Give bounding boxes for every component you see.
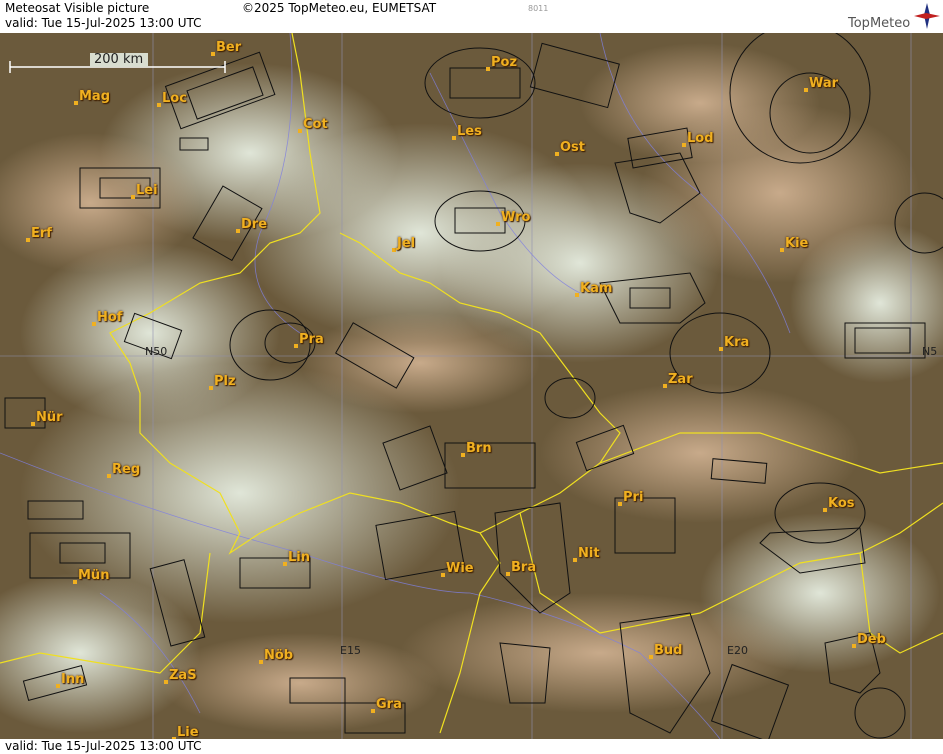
city-marker	[371, 709, 375, 713]
copyright-text: ©2025 TopMeteo.eu, EUMETSAT	[242, 1, 437, 15]
city-label: Bud	[654, 643, 683, 658]
city-marker	[298, 129, 302, 133]
city-label: Jel	[397, 236, 416, 251]
grid-label-e15: E15	[340, 644, 361, 657]
city-label: Dre	[241, 217, 268, 232]
city-marker	[259, 660, 263, 664]
city-marker	[649, 655, 653, 659]
city-label: Kam	[580, 281, 613, 296]
city-marker	[294, 344, 298, 348]
city-marker	[92, 322, 96, 326]
city-marker	[392, 248, 396, 252]
city-marker	[31, 422, 35, 426]
city-marker	[236, 229, 240, 233]
compass-logo-icon	[914, 3, 940, 29]
city-label: Lie	[177, 725, 199, 740]
city-marker	[107, 474, 111, 478]
city-label: Wie	[446, 561, 474, 576]
logo-text: TopMeteo	[848, 16, 911, 31]
city-label: Nöb	[264, 648, 294, 663]
grid-label-n5: N5	[922, 345, 938, 358]
grid-label-n50: N50	[145, 345, 168, 358]
city-marker	[441, 573, 445, 577]
city-label: Lod	[687, 131, 714, 146]
city-label: Deb	[857, 632, 886, 647]
city-marker	[618, 502, 622, 506]
city-label: Pri	[623, 490, 644, 505]
city-marker	[461, 453, 465, 457]
topmeteo-logo: TopMeteo	[848, 16, 910, 31]
city-label: Nit	[578, 546, 600, 561]
city-marker	[164, 680, 168, 684]
city-label: Poz	[491, 55, 518, 70]
city-label: Gra	[376, 697, 402, 712]
city-marker	[496, 222, 500, 226]
product-code: 8011	[528, 4, 549, 13]
city-label: Kos	[828, 496, 855, 511]
city-label: Erf	[31, 226, 52, 241]
city-label: Les	[457, 124, 482, 139]
city-marker	[804, 88, 808, 92]
city-label: Ost	[560, 140, 586, 155]
city-marker	[283, 562, 287, 566]
footer-valid-time: valid: Tue 15-Jul-2025 13:00 UTC	[5, 739, 202, 753]
city-marker	[823, 508, 827, 512]
city-label: Reg	[112, 462, 141, 477]
city-marker	[682, 143, 686, 147]
city-label: Bra	[511, 560, 537, 575]
city-marker	[56, 684, 60, 688]
map-title: Meteosat Visible picture	[5, 1, 150, 15]
city-label: Kra	[724, 335, 750, 350]
city-label: Kie	[785, 236, 809, 251]
city-marker	[131, 195, 135, 199]
city-label: Ber	[216, 40, 242, 55]
footer-bar: valid: Tue 15-Jul-2025 13:00 UTC	[0, 739, 943, 754]
city-marker	[852, 644, 856, 648]
city-marker	[780, 248, 784, 252]
city-marker	[575, 293, 579, 297]
city-label: Loc	[162, 91, 187, 106]
city-marker	[157, 103, 161, 107]
city-label: Lei	[136, 183, 158, 198]
city-marker	[573, 558, 577, 562]
city-marker	[486, 67, 490, 71]
city-marker	[209, 386, 213, 390]
city-label: Mag	[79, 89, 111, 104]
city-marker	[719, 347, 723, 351]
city-label: Zar	[668, 372, 693, 387]
city-label: Nür	[36, 410, 63, 425]
city-marker	[74, 101, 78, 105]
city-label: War	[809, 76, 839, 91]
city-label: Brn	[466, 441, 492, 456]
grid-label-e20: E20	[727, 644, 748, 657]
city-label: Lin	[288, 550, 310, 565]
city-label: Hof	[97, 310, 123, 325]
city-label: Plz	[214, 374, 236, 389]
city-marker	[452, 136, 456, 140]
weather-map-frame: Meteosat Visible picture ©2025 TopMeteo.…	[0, 0, 943, 754]
city-marker	[73, 580, 77, 584]
city-marker	[663, 384, 667, 388]
city-label: Inn	[61, 672, 85, 687]
city-label: Mün	[78, 568, 110, 583]
city-label: ZaS	[169, 668, 197, 683]
city-marker	[555, 152, 559, 156]
city-marker	[506, 572, 510, 576]
city-label: Pra	[299, 332, 324, 347]
valid-time: valid: Tue 15-Jul-2025 13:00 UTC	[5, 16, 202, 30]
scale-label: 200 km	[94, 52, 144, 67]
city-label: Wro	[501, 210, 531, 225]
city-marker	[26, 238, 30, 242]
city-label: Cot	[303, 117, 328, 132]
city-marker	[211, 52, 215, 56]
